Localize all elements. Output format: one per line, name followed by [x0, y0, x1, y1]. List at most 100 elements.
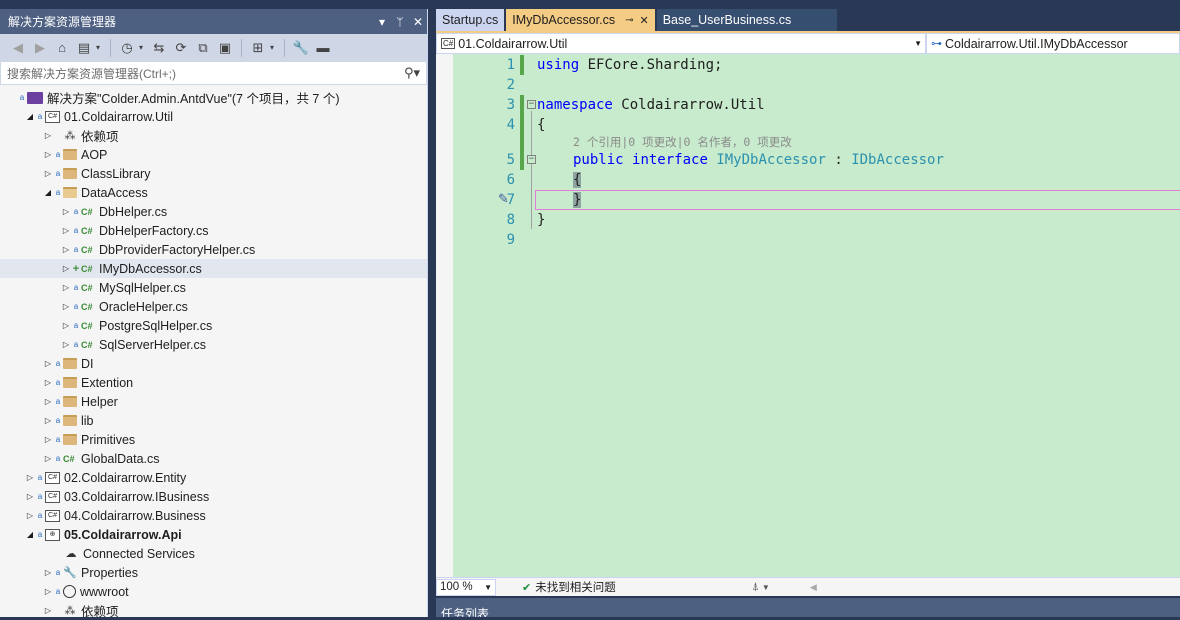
tree-item[interactable]: ▷ a lib [0, 411, 427, 430]
horizontal-scroll-left-icon[interactable]: ◀ [810, 582, 817, 593]
tree-item[interactable]: ▷ a Primitives [0, 430, 427, 449]
collapsed-chevron-icon[interactable]: ▷ [42, 359, 54, 368]
expanded-chevron-icon[interactable]: ◢ [24, 530, 36, 539]
solution-explorer-toolbar: ◀ ▶ ⌂ ▤ ▾ ◷ ▾ ⇆ ⟳ ⧉ ▣ ⊞ ▾ 🔧 ▬ [0, 34, 427, 61]
fold-collapse-icon[interactable]: − [527, 155, 536, 164]
collapsed-chevron-icon[interactable]: ▷ [42, 397, 54, 406]
zoom-dropdown[interactable]: 100 % ▼ [436, 578, 496, 596]
tree-item[interactable]: ▷ a AOP [0, 145, 427, 164]
folder-open-icon [63, 187, 77, 198]
collapsed-chevron-icon[interactable]: ▷ [42, 169, 54, 178]
codelens-info[interactable]: 2 个引用|0 项更改|0 名作者，0 项更改 [573, 134, 792, 150]
pending-changes-filter-icon[interactable]: ◷ [117, 38, 137, 58]
window-position-dropdown-icon[interactable]: ▾ [373, 15, 391, 29]
collapsed-chevron-icon[interactable]: ▷ [42, 568, 54, 577]
tree-item[interactable]: a 解决方案"Colder.Admin.AntdVue"(7 个项目，共 7 个) [0, 88, 427, 107]
collapsed-chevron-icon[interactable]: ▷ [60, 207, 72, 216]
tree-item[interactable]: ▷ a C# SqlServerHelper.cs [0, 335, 427, 354]
collapsed-chevron-icon[interactable]: ▷ [60, 340, 72, 349]
type-name: IMyDbAccessor [716, 152, 826, 168]
collapsed-chevron-icon[interactable]: ▷ [42, 378, 54, 387]
code-line-6: { [573, 170, 582, 190]
collapsed-chevron-icon[interactable]: ▷ [42, 606, 54, 615]
collapsed-chevron-icon[interactable]: ▷ [24, 492, 36, 501]
home-icon[interactable]: ⌂ [52, 38, 72, 58]
tree-item[interactable]: ▷ ⁂ 依赖项 [0, 126, 427, 145]
task-list-title[interactable]: 任务列表 [441, 607, 489, 617]
switch-views-icon[interactable]: ▤ [74, 38, 94, 58]
issues-indicator[interactable]: ✔ 未找到相关问题 [522, 579, 682, 595]
collapsed-chevron-icon[interactable]: ▷ [42, 435, 54, 444]
tree-item[interactable]: ☁ Connected Services [0, 544, 427, 563]
tree-item[interactable]: ▷ a C# PostgreSqlHelper.cs [0, 316, 427, 335]
preview-selected-icon[interactable]: ▬ [313, 38, 333, 58]
tree-item[interactable]: ▷ ⁂ 依赖项 [0, 601, 427, 620]
switch-views-dropdown-icon[interactable]: ▾ [96, 43, 104, 52]
pin-icon[interactable]: ᛘ [391, 15, 409, 29]
forward-icon[interactable]: ▶ [30, 38, 50, 58]
tree-item[interactable]: ▷ a wwwroot [0, 582, 427, 601]
sync-with-active-document-icon[interactable]: ⇆ [149, 38, 169, 58]
code-cleanup-button[interactable]: ⍋ ▼ [752, 581, 770, 594]
tab-close-icon[interactable]: ✕ [639, 14, 648, 27]
collapsed-chevron-icon[interactable]: ▷ [60, 302, 72, 311]
tab-imydbaccessor-cs[interactable]: IMyDbAccessor.cs ⊸ ✕ [506, 9, 655, 31]
tree-item[interactable]: ▷ + C# IMyDbAccessor.cs [0, 259, 427, 278]
csharp-file-icon: C# [63, 453, 75, 464]
collapsed-chevron-icon[interactable]: ▷ [42, 416, 54, 425]
back-icon[interactable]: ◀ [8, 38, 28, 58]
tab-startup-cs[interactable]: Startup.cs [436, 9, 505, 31]
tree-item[interactable]: ▷ a C# 02.Coldairarrow.Entity [0, 468, 427, 487]
tree-item[interactable]: ▷ a DI [0, 354, 427, 373]
tree-item[interactable]: ▷ a C# DbHelperFactory.cs [0, 221, 427, 240]
collapsed-chevron-icon[interactable]: ▷ [24, 473, 36, 482]
tree-item[interactable]: ▷ a C# MySqlHelper.cs [0, 278, 427, 297]
expanded-chevron-icon[interactable]: ◢ [24, 112, 36, 121]
view-dropdown-icon[interactable]: ▾ [270, 43, 278, 52]
member-dropdown[interactable]: ⊶ Coldairarrow.Util.IMyDbAccessor [926, 33, 1180, 54]
expanded-chevron-icon[interactable]: ◢ [42, 188, 54, 197]
search-input[interactable]: 搜索解决方案资源管理器(Ctrl+;) [7, 65, 404, 82]
collapsed-chevron-icon[interactable]: ▷ [60, 226, 72, 235]
collapsed-chevron-icon[interactable]: ▷ [24, 511, 36, 520]
fold-collapse-icon[interactable]: − [527, 100, 536, 109]
code-editor[interactable]: 1 2 3 4 5 6 7 8 9 − − ✎ using EFCore.Sha… [436, 54, 1180, 577]
tree-item[interactable]: ◢ a DataAccess [0, 183, 427, 202]
tree-item[interactable]: ▷ a C# DbProviderFactoryHelper.cs [0, 240, 427, 259]
project-dropdown[interactable]: C# 01.Coldairarrow.Util ▼ [436, 33, 926, 54]
tree-item[interactable]: ◢ a ⊕ 05.Coldairarrow.Api [0, 525, 427, 544]
tab-pin-icon[interactable]: ⊸ [625, 15, 633, 26]
search-icon[interactable]: ⚲▾ [404, 65, 426, 81]
source-control-lock-icon: a [55, 397, 61, 406]
collapsed-chevron-icon[interactable]: ▷ [60, 283, 72, 292]
collapsed-chevron-icon[interactable]: ▷ [60, 245, 72, 254]
quick-actions-pen-icon[interactable]: ✎ [498, 191, 509, 207]
tree-item[interactable]: ▷ a C# 04.Coldairarrow.Business [0, 506, 427, 525]
tree-item[interactable]: ◢ a C# 01.Coldairarrow.Util [0, 107, 427, 126]
properties-wrench-icon[interactable]: 🔧 [291, 38, 311, 58]
collapsed-chevron-icon[interactable]: ▷ [42, 454, 54, 463]
close-icon[interactable]: ✕ [409, 15, 427, 29]
filter-dropdown-icon[interactable]: ▾ [139, 43, 147, 52]
show-all-files-icon[interactable]: ▣ [215, 38, 235, 58]
tree-item[interactable]: ▷ a C# DbHelper.cs [0, 202, 427, 221]
collapsed-chevron-icon[interactable]: ▷ [42, 131, 54, 140]
collapsed-chevron-icon[interactable]: ▷ [60, 321, 72, 330]
refresh-icon[interactable]: ⟳ [171, 38, 191, 58]
tab-base-userbusiness-cs[interactable]: Base_UserBusiness.cs [656, 9, 838, 31]
collapsed-chevron-icon[interactable]: ▷ [42, 587, 54, 596]
solution-explorer-search[interactable]: 搜索解决方案资源管理器(Ctrl+;) ⚲▾ [0, 61, 427, 85]
tree-item[interactable]: ▷ a C# 03.Coldairarrow.IBusiness [0, 487, 427, 506]
tree-item[interactable]: ▷ a Extention [0, 373, 427, 392]
folder-icon [63, 149, 77, 160]
collapsed-chevron-icon[interactable]: ▷ [42, 150, 54, 159]
collapsed-chevron-icon[interactable]: ▷ [60, 264, 72, 273]
tree-item[interactable]: ▷ a Helper [0, 392, 427, 411]
tree-item[interactable]: ▷ a 🔧 Properties [0, 563, 427, 582]
toolbar-separator [284, 38, 285, 57]
collapse-all-icon[interactable]: ⧉ [193, 38, 213, 58]
tree-item[interactable]: ▷ a C# OracleHelper.cs [0, 297, 427, 316]
view-class-diagram-icon[interactable]: ⊞ [248, 38, 268, 58]
tree-item[interactable]: ▷ a C# GlobalData.cs [0, 449, 427, 468]
tree-item[interactable]: ▷ a ClassLibrary [0, 164, 427, 183]
